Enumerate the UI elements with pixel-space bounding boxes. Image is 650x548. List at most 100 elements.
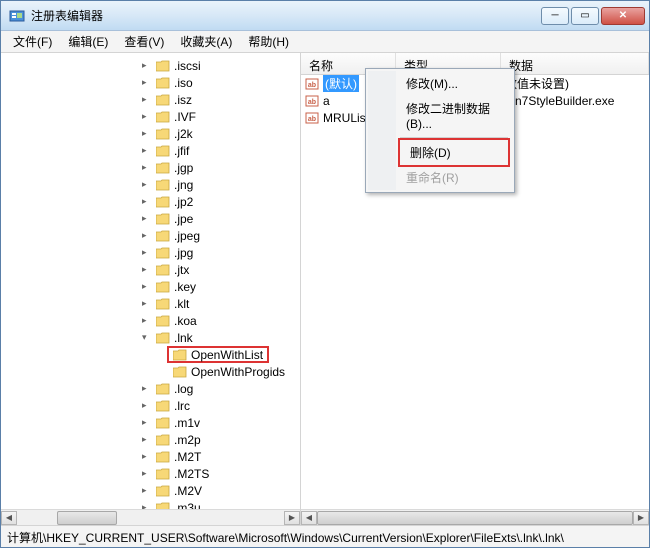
tree-node[interactable]: .jfif [1,142,300,159]
tree-hscrollbar[interactable]: ◀ ▶ [1,509,300,525]
context-menu-modify_binary[interactable]: 修改二进制数据(B)... [396,96,512,135]
tree-node[interactable]: .jgp [1,159,300,176]
tree-node-label: .jpeg [174,229,200,243]
menu-edit[interactable]: 编辑(E) [60,30,116,53]
app-icon [9,8,25,24]
tree-node[interactable]: .lrc [1,397,300,414]
tree-node-label: .iso [174,76,193,90]
list-hscrollbar[interactable]: ◀ ▶ [301,509,649,525]
hscroll-thumb[interactable] [57,511,117,525]
tree-node[interactable]: .m1v [1,414,300,431]
folder-icon [156,111,170,123]
tree-node[interactable]: .m3u [1,499,300,509]
registry-tree: .iscsi .iso .isz.IVF.j2k .jfif.jgp .jng.jp2.… [1,53,300,509]
column-data[interactable]: 数据 [501,53,649,74]
folder-icon [156,128,170,140]
folder-icon [156,383,170,395]
tree-node-label: .jfif [174,144,189,158]
tree-node-label: .jtx [174,263,189,277]
close-button[interactable]: ✕ [601,7,645,25]
hscroll-track[interactable] [17,511,284,525]
tree-node[interactable]: .jpe [1,210,300,227]
tree-node[interactable]: .key [1,278,300,295]
tree-node[interactable]: .klt [1,295,300,312]
tree-pane: .iscsi .iso .isz.IVF.j2k .jfif.jgp .jng.jp2.… [1,53,301,525]
folder-icon [156,94,170,106]
tree-node[interactable]: .M2T [1,448,300,465]
string-value-icon: ab [305,111,319,125]
tree-node[interactable]: OpenWithProgids [1,363,300,380]
folder-icon [156,77,170,89]
tree-node[interactable]: OpenWithList [1,346,300,363]
string-value-icon: ab [305,94,319,108]
tree-node[interactable]: .lnk [1,329,300,346]
tree-node[interactable]: .koa [1,312,300,329]
cell-data: Win7StyleBuilder.exe [501,94,645,108]
minimize-button[interactable]: ─ [541,7,569,25]
menu-help[interactable]: 帮助(H) [240,30,297,53]
string-value-icon: ab [305,77,319,91]
menu-view[interactable]: 查看(V) [116,30,172,53]
tree-node[interactable]: .M2TS [1,465,300,482]
context-menu-rename: 重命名(R) [396,165,512,190]
tree-node-label: .klt [174,297,189,311]
context-menu: 修改(M)...修改二进制数据(B)... 删除(D)重命名(R) [365,68,515,193]
maximize-button[interactable]: ▭ [571,7,599,25]
folder-icon [156,179,170,191]
context-menu-delete[interactable]: 删除(D) [400,140,508,165]
folder-icon [156,332,170,344]
tree-node-label: .log [174,382,193,396]
tree-node[interactable]: .M2V [1,482,300,499]
hscroll-right-button[interactable]: ▶ [633,511,649,525]
tree-node-label: .jpg [174,246,193,260]
tree-node[interactable]: .log [1,380,300,397]
tree-node[interactable]: .j2k [1,125,300,142]
hscroll-left-button[interactable]: ◀ [1,511,17,525]
tree-node[interactable]: .m2p [1,431,300,448]
menu-favorites[interactable]: 收藏夹(A) [172,30,240,53]
tree-node-label: .M2T [174,450,201,464]
titlebar: 注册表编辑器 ─ ▭ ✕ [1,1,649,31]
main-split: .iscsi .iso .isz.IVF.j2k .jfif.jgp .jng.jp2.… [1,53,649,525]
hscroll-right-button[interactable]: ▶ [284,511,300,525]
folder-icon [156,60,170,72]
folder-icon [156,264,170,276]
hscroll-track[interactable] [317,511,633,525]
tree-node[interactable]: .iscsi [1,57,300,74]
folder-icon [156,451,170,463]
window-controls: ─ ▭ ✕ [541,7,645,25]
tree-node[interactable]: .isz [1,91,300,108]
hscroll-left-button[interactable]: ◀ [301,511,317,525]
folder-icon [156,213,170,225]
tree-node[interactable]: .jtx [1,261,300,278]
tree-node[interactable]: .jng [1,176,300,193]
menu-file[interactable]: 文件(F) [5,30,60,53]
tree-node[interactable]: .jpeg [1,227,300,244]
tree-node-label: .lrc [174,399,190,413]
tree-node-label: .jng [174,178,193,192]
tree-node[interactable]: .IVF [1,108,300,125]
folder-icon [156,400,170,412]
tree-node[interactable]: .jpg [1,244,300,261]
tree-node[interactable]: .iso [1,74,300,91]
tree-node[interactable]: .jp2 [1,193,300,210]
tree-node-label: .key [174,280,196,294]
tree-node-label: OpenWithList [191,348,263,362]
tree-node-label: .M2TS [174,467,209,481]
folder-icon [156,298,170,310]
folder-icon [156,247,170,259]
context-menu-modify[interactable]: 修改(M)... [396,71,512,96]
registry-editor-window: 注册表编辑器 ─ ▭ ✕ 文件(F) 编辑(E) 查看(V) 收藏夹(A) 帮助… [0,0,650,548]
tree-node-label: .lnk [174,331,193,345]
svg-text:ab: ab [308,99,316,106]
folder-icon [156,502,170,510]
folder-icon [156,230,170,242]
hscroll-thumb[interactable] [317,511,633,525]
tree-node-label: .m1v [174,416,200,430]
tree-node-label: .koa [174,314,197,328]
tree-node-label: .isz [174,93,192,107]
tree-node-label: .M2V [174,484,202,498]
cell-data: (数值未设置) [501,75,645,92]
tree-scroll[interactable]: .iscsi .iso .isz.IVF.j2k .jfif.jgp .jng.jp2.… [1,53,300,509]
statusbar-path: 计算机\HKEY_CURRENT_USER\Software\Microsoft… [7,531,564,545]
